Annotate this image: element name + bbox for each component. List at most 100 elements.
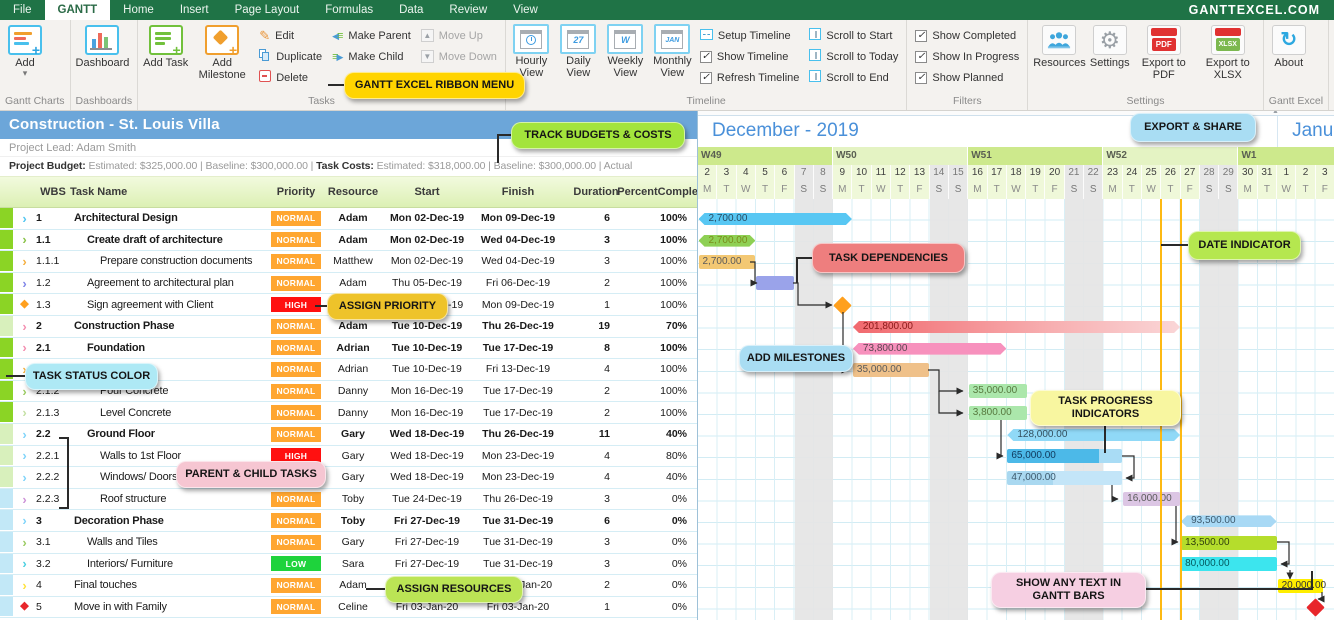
task-name-cell[interactable]: Interiors/ Furniture bbox=[70, 558, 268, 570]
duration-cell[interactable]: 8 bbox=[564, 342, 628, 354]
finish-cell[interactable]: Wed 04-Dec-19 bbox=[472, 234, 564, 246]
table-row-1.2[interactable]: ›1.2Agreement to architectural planNORMA… bbox=[0, 273, 697, 295]
gantt-bar[interactable]: 93,500.00 bbox=[1181, 515, 1277, 527]
finish-cell[interactable]: Mon 09-Dec-19 bbox=[472, 299, 564, 311]
start-cell[interactable]: Fri 27-Dec-19 bbox=[382, 558, 472, 570]
priority-badge[interactable]: NORMAL bbox=[271, 513, 321, 528]
percent-cell[interactable]: 0% bbox=[628, 558, 697, 570]
finish-cell[interactable]: Thu 26-Dec-19 bbox=[472, 428, 564, 440]
table-row-4[interactable]: ›4Final touchesNORMALAdamThu 02-Jan-2020… bbox=[0, 575, 697, 597]
percent-cell[interactable]: 100% bbox=[628, 407, 697, 419]
resource-cell[interactable]: Matthew bbox=[324, 255, 382, 267]
ribbon-button-move-up[interactable]: ▲Move Up bbox=[421, 28, 497, 43]
task-name-cell[interactable]: Construction Phase bbox=[70, 320, 268, 332]
finish-cell[interactable]: Tue 17-Dec-19 bbox=[472, 385, 564, 397]
duration-cell[interactable]: 4 bbox=[564, 471, 628, 483]
finish-cell[interactable]: Tue 31-Dec-19 bbox=[472, 536, 564, 548]
task-name-cell[interactable]: Architectural Design bbox=[70, 212, 268, 224]
ribbon-button-export-to-xlsx[interactable]: XLSXExport to XLSX bbox=[1196, 22, 1260, 81]
duration-cell[interactable]: 4 bbox=[564, 363, 628, 375]
gantt-bar[interactable] bbox=[756, 276, 794, 290]
ribbon-button-delete[interactable]: Delete bbox=[259, 70, 322, 85]
duration-cell[interactable]: 1 bbox=[564, 601, 628, 613]
task-name-cell[interactable]: Level Concrete bbox=[70, 407, 268, 419]
resource-cell[interactable]: Gary bbox=[324, 536, 382, 548]
finish-cell[interactable]: Fri 13-Dec-19 bbox=[472, 363, 564, 375]
table-row-2.2.3[interactable]: ›2.2.3Roof structureNORMALTobyTue 24-Dec… bbox=[0, 489, 697, 511]
duration-cell[interactable]: 4 bbox=[564, 450, 628, 462]
priority-badge[interactable]: NORMAL bbox=[271, 340, 321, 355]
wbs-cell[interactable]: 3.1 bbox=[36, 536, 70, 548]
table-row-1[interactable]: ›1Architectural DesignNORMALAdamMon 02-D… bbox=[0, 208, 697, 230]
tab-file[interactable]: File bbox=[0, 0, 45, 20]
ribbon-button-duplicate[interactable]: Duplicate bbox=[259, 49, 322, 64]
ribbon-button-resources[interactable]: Resources bbox=[1031, 22, 1088, 81]
resource-cell[interactable]: Adrian bbox=[324, 363, 382, 375]
checkbox-show-timeline[interactable]: ✓Show Timeline bbox=[700, 49, 800, 64]
finish-cell[interactable]: Wed 04-Dec-19 bbox=[472, 255, 564, 267]
tab-home[interactable]: Home bbox=[110, 0, 167, 20]
wbs-cell[interactable]: 1.3 bbox=[36, 299, 70, 311]
duration-cell[interactable]: 3 bbox=[564, 493, 628, 505]
resource-cell[interactable]: Adam bbox=[324, 320, 382, 332]
ribbon-button-scroll-to-start[interactable]: Scroll to Start bbox=[809, 28, 898, 43]
finish-cell[interactable]: Mon 23-Dec-19 bbox=[472, 450, 564, 462]
percent-cell[interactable]: 0% bbox=[628, 515, 697, 527]
gantt-bar[interactable]: 2,700.00 bbox=[699, 235, 756, 247]
priority-badge[interactable]: NORMAL bbox=[271, 405, 321, 420]
resource-cell[interactable]: Danny bbox=[324, 407, 382, 419]
duration-cell[interactable]: 6 bbox=[564, 515, 628, 527]
wbs-cell[interactable]: 4 bbox=[36, 579, 70, 591]
percent-cell[interactable]: 0% bbox=[628, 493, 697, 505]
percent-cell[interactable]: 40% bbox=[628, 428, 697, 440]
percent-cell[interactable]: 100% bbox=[628, 255, 697, 267]
finish-cell[interactable]: Fri 06-Dec-19 bbox=[472, 277, 564, 289]
percent-cell[interactable]: 80% bbox=[628, 450, 697, 462]
tab-page-layout[interactable]: Page Layout bbox=[222, 0, 313, 20]
finish-cell[interactable]: Mon 23-Dec-19 bbox=[472, 471, 564, 483]
priority-badge[interactable]: NORMAL bbox=[271, 578, 321, 593]
duration-cell[interactable]: 2 bbox=[564, 277, 628, 289]
table-row-2.1.3[interactable]: ›2.1.3Level ConcreteNORMALDannyMon 16-De… bbox=[0, 402, 697, 424]
priority-badge[interactable]: NORMAL bbox=[271, 254, 321, 269]
wbs-cell[interactable]: 2.2.3 bbox=[36, 493, 70, 505]
priority-badge[interactable]: NORMAL bbox=[271, 427, 321, 442]
task-name-cell[interactable]: Ground Floor bbox=[70, 428, 268, 440]
start-cell[interactable]: Mon 02-Dec-19 bbox=[382, 255, 472, 267]
gantt-bar[interactable]: 2,700.00 bbox=[699, 255, 756, 269]
gantt-bar[interactable]: 20,000.00 bbox=[1278, 579, 1323, 593]
table-row-2.1[interactable]: ›2.1FoundationNORMALAdrianTue 10-Dec-19T… bbox=[0, 338, 697, 360]
gantt-bar[interactable]: 35,000.00 bbox=[969, 384, 1027, 398]
wbs-cell[interactable]: 1.1 bbox=[36, 234, 70, 246]
table-row-2.2.2[interactable]: ›2.2.2Windows/ DoorsNORMALGaryWed 18-Dec… bbox=[0, 467, 697, 489]
duration-cell[interactable]: 2 bbox=[564, 407, 628, 419]
task-name-cell[interactable]: Move in with Family bbox=[70, 601, 268, 613]
resource-cell[interactable]: Toby bbox=[324, 493, 382, 505]
resource-cell[interactable]: Gary bbox=[324, 450, 382, 462]
ribbon-button-scroll-to-today[interactable]: Scroll to Today bbox=[809, 49, 898, 64]
duration-cell[interactable]: 2 bbox=[564, 579, 628, 591]
finish-cell[interactable]: Tue 17-Dec-19 bbox=[472, 407, 564, 419]
gantt-bar[interactable]: 16,000.00 bbox=[1123, 492, 1180, 506]
task-name-cell[interactable]: Roof structure bbox=[70, 493, 268, 505]
percent-cell[interactable]: 100% bbox=[628, 234, 697, 246]
start-cell[interactable]: Tue 24-Dec-19 bbox=[382, 493, 472, 505]
resource-cell[interactable]: Danny bbox=[324, 385, 382, 397]
table-row-2.2.1[interactable]: ›2.2.1Walls to 1st FloorHIGHGaryWed 18-D… bbox=[0, 446, 697, 468]
start-cell[interactable]: Mon 02-Dec-19 bbox=[382, 234, 472, 246]
priority-badge[interactable]: NORMAL bbox=[271, 211, 321, 226]
percent-cell[interactable]: 100% bbox=[628, 299, 697, 311]
ribbon-button-export-to-pdf[interactable]: PDFExport to PDF bbox=[1132, 22, 1196, 81]
ribbon-button-weekly-view[interactable]: WWeekly View bbox=[603, 24, 648, 79]
task-name-cell[interactable]: Decoration Phase bbox=[70, 515, 268, 527]
ribbon-button-settings[interactable]: ⚙Settings bbox=[1088, 22, 1132, 81]
ribbon-button-edit[interactable]: ✎Edit bbox=[259, 28, 322, 43]
percent-cell[interactable]: 0% bbox=[628, 579, 697, 591]
wbs-cell[interactable]: 2.2.2 bbox=[36, 471, 70, 483]
percent-cell[interactable]: 100% bbox=[628, 385, 697, 397]
finish-cell[interactable]: Tue 17-Dec-19 bbox=[472, 342, 564, 354]
percent-cell[interactable]: 70% bbox=[628, 320, 697, 332]
resource-cell[interactable]: Adrian bbox=[324, 342, 382, 354]
ribbon-button-monthly-view[interactable]: JANMonthly View bbox=[650, 24, 695, 79]
priority-badge[interactable]: NORMAL bbox=[271, 599, 321, 614]
